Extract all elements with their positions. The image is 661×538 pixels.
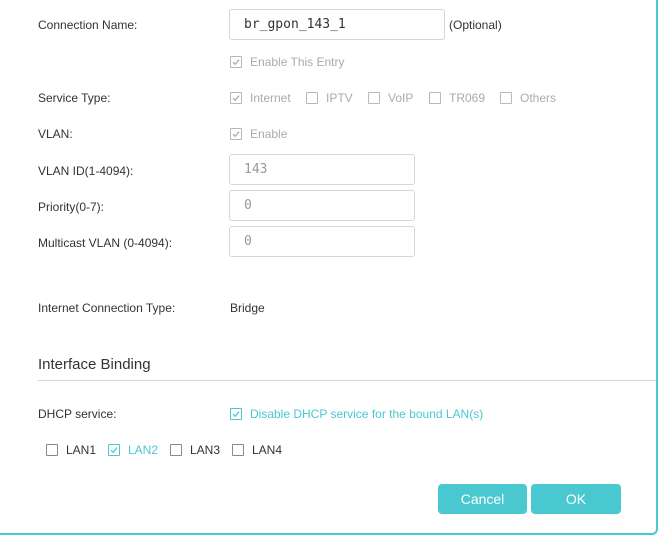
dialog-frame [0,0,658,535]
lan-label: LAN3 [190,443,221,457]
vlan-label: VLAN: [38,127,73,141]
check-icon [110,447,118,454]
lan3-checkbox[interactable]: LAN3 [170,443,220,457]
optional-hint: (Optional) [449,18,502,32]
checkbox-box [306,92,318,104]
check-icon [232,131,240,138]
service-option-label: Internet [250,91,291,105]
checkbox-box [368,92,380,104]
lan4-checkbox[interactable]: LAN4 [232,443,282,457]
priority-label: Priority(0-7): [38,200,105,214]
checkbox-box [429,92,441,104]
service-option-label: IPTV [326,91,353,105]
checkbox-box [230,92,242,104]
lan-label: LAN2 [128,443,159,457]
enable-entry-label: Enable This Entry [250,55,345,69]
service-option-label: Others [520,91,557,105]
connection-name-input[interactable] [229,9,445,40]
vlan-id-label: VLAN ID(1-4094): [38,164,134,178]
multicast-vlan-label: Multicast VLAN (0-4094): [38,236,173,250]
checkbox-box [170,444,182,456]
dhcp-service-label: DHCP service: [38,407,117,421]
service-iptv-checkbox[interactable]: IPTV [306,91,353,105]
interface-binding-title: Interface Binding [38,356,151,373]
check-icon [232,411,240,418]
service-others-checkbox[interactable]: Others [500,91,556,105]
lan1-checkbox[interactable]: LAN1 [46,443,96,457]
internet-connection-type-label: Internet Connection Type: [38,301,176,315]
service-option-label: TR069 [449,91,486,105]
service-option-label: VoIP [388,91,414,105]
vlan-id-input[interactable] [229,154,415,185]
service-internet-checkbox[interactable]: Internet [230,91,291,105]
lan-label: LAN4 [252,443,283,457]
priority-input[interactable] [229,190,415,221]
lan-label: LAN1 [66,443,97,457]
checkbox-box [108,444,120,456]
connection-name-label: Connection Name: [38,18,138,32]
checkbox-box [230,56,242,68]
ok-button[interactable]: OK [531,484,621,514]
service-tr069-checkbox[interactable]: TR069 [429,91,485,105]
enable-entry-checkbox[interactable]: Enable This Entry [230,55,345,69]
checkbox-box [230,408,242,420]
vlan-enable-checkbox[interactable]: Enable [230,127,287,141]
disable-dhcp-label: Disable DHCP service for the bound LAN(s… [250,407,484,421]
check-icon [232,95,240,102]
service-voip-checkbox[interactable]: VoIP [368,91,413,105]
service-type-label: Service Type: [38,91,111,105]
checkbox-box [230,128,242,140]
checkbox-box [46,444,58,456]
disable-dhcp-checkbox[interactable]: Disable DHCP service for the bound LAN(s… [230,407,483,421]
lan2-checkbox[interactable]: LAN2 [108,443,158,457]
cancel-button[interactable]: Cancel [438,484,527,514]
vlan-enable-label: Enable [250,127,288,141]
checkbox-box [232,444,244,456]
internet-connection-type-value: Bridge [230,301,265,315]
checkbox-box [500,92,512,104]
multicast-vlan-input[interactable] [229,226,415,257]
check-icon [232,59,240,66]
section-divider [38,380,656,381]
